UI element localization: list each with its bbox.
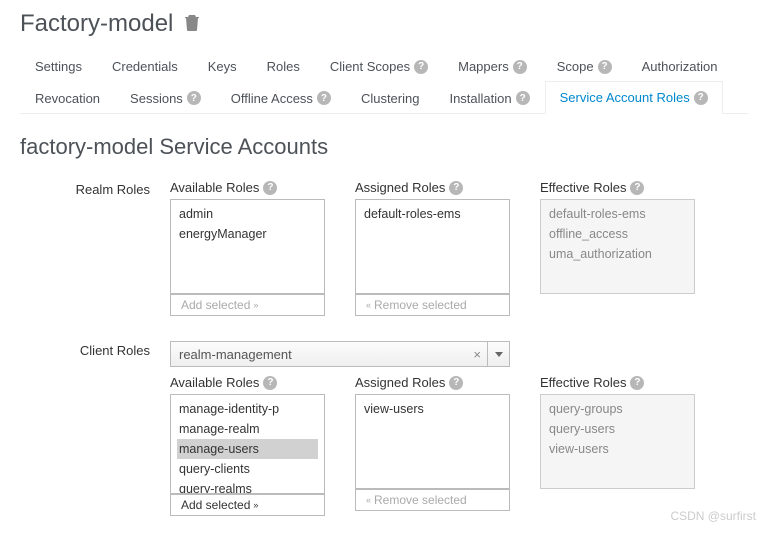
tab-settings[interactable]: Settings <box>20 50 97 82</box>
realm-roles-label: Realm Roles <box>20 180 170 316</box>
available-roles-header: Available Roles ? <box>170 180 325 195</box>
client-effective-list: query-groupsquery-usersview-users <box>540 394 695 489</box>
watermark: CSDN @surfirst <box>670 509 756 523</box>
role-item[interactable]: manage-users <box>177 439 318 459</box>
client-assigned-header: Assigned Roles ? <box>355 375 510 390</box>
tab-keys[interactable]: Keys <box>193 50 252 82</box>
tab-scope[interactable]: Scope? <box>542 50 627 82</box>
help-icon[interactable]: ? <box>694 91 708 105</box>
role-item: offline_access <box>547 224 688 244</box>
tabs-nav: SettingsCredentialsKeysRolesClient Scope… <box>20 50 748 114</box>
help-icon[interactable]: ? <box>187 91 201 105</box>
tab-clustering[interactable]: Clustering <box>346 81 435 114</box>
realm-available-list[interactable]: adminenergyManager <box>170 199 325 294</box>
delete-icon[interactable] <box>185 15 199 34</box>
help-icon[interactable]: ? <box>414 60 428 74</box>
role-item[interactable]: admin <box>177 204 318 224</box>
help-icon[interactable]: ? <box>263 376 277 390</box>
section-title: factory-model Service Accounts <box>20 134 748 160</box>
tab-revocation[interactable]: Revocation <box>20 81 115 114</box>
realm-assigned-list[interactable]: default-roles-ems <box>355 199 510 294</box>
help-icon[interactable]: ? <box>630 181 644 195</box>
role-item[interactable]: view-users <box>362 399 503 419</box>
tab-mappers[interactable]: Mappers? <box>443 50 542 82</box>
role-item[interactable]: manage-realm <box>177 419 318 439</box>
role-item: view-users <box>547 439 688 459</box>
client-select-value: realm-management <box>171 347 467 362</box>
help-icon[interactable]: ? <box>317 91 331 105</box>
client-roles-label: Client Roles <box>20 341 170 516</box>
role-item[interactable]: energyManager <box>177 224 318 244</box>
role-item: query-groups <box>547 399 688 419</box>
tab-client-scopes[interactable]: Client Scopes? <box>315 50 443 82</box>
tab-offline-access[interactable]: Offline Access? <box>216 81 346 114</box>
role-item: query-users <box>547 419 688 439</box>
add-selected-button[interactable]: Add selected » <box>170 294 325 316</box>
effective-roles-header: Effective Roles ? <box>540 180 695 195</box>
tab-roles[interactable]: Roles <box>252 50 315 82</box>
page-title: Factory-model <box>20 10 173 38</box>
role-item[interactable]: query-clients <box>177 459 318 479</box>
tab-credentials[interactable]: Credentials <box>97 50 193 82</box>
role-item: default-roles-ems <box>547 204 688 224</box>
assigned-roles-header: Assigned Roles ? <box>355 180 510 195</box>
help-icon[interactable]: ? <box>513 60 527 74</box>
client-effective-header: Effective Roles ? <box>540 375 695 390</box>
help-icon[interactable]: ? <box>598 60 612 74</box>
tab-authorization[interactable]: Authorization <box>627 50 733 82</box>
help-icon[interactable]: ? <box>449 181 463 195</box>
help-icon[interactable]: ? <box>263 181 277 195</box>
role-item: uma_authorization <box>547 244 688 264</box>
chevron-down-icon <box>495 352 503 357</box>
dropdown-toggle[interactable] <box>488 341 510 367</box>
tab-sessions[interactable]: Sessions? <box>115 81 216 114</box>
clear-icon[interactable]: × <box>467 347 487 362</box>
tab-service-account-roles[interactable]: Service Account Roles? <box>545 81 723 114</box>
role-item[interactable]: manage-identity-p <box>177 399 318 419</box>
help-icon[interactable]: ? <box>630 376 644 390</box>
help-icon[interactable]: ? <box>449 376 463 390</box>
client-available-header: Available Roles ? <box>170 375 325 390</box>
client-available-list[interactable]: manage-identity-pmanage-realmmanage-user… <box>170 394 325 494</box>
realm-effective-list: default-roles-emsoffline_accessuma_autho… <box>540 199 695 294</box>
role-item[interactable]: query-realms <box>177 479 318 494</box>
help-icon[interactable]: ? <box>516 91 530 105</box>
client-select[interactable]: realm-management × <box>170 341 488 367</box>
remove-selected-button[interactable]: « Remove selected <box>355 489 510 511</box>
add-selected-button[interactable]: Add selected » <box>170 494 325 516</box>
tab-installation[interactable]: Installation? <box>434 81 544 114</box>
role-item[interactable]: default-roles-ems <box>362 204 503 224</box>
remove-selected-button[interactable]: « Remove selected <box>355 294 510 316</box>
client-assigned-list[interactable]: view-users <box>355 394 510 489</box>
